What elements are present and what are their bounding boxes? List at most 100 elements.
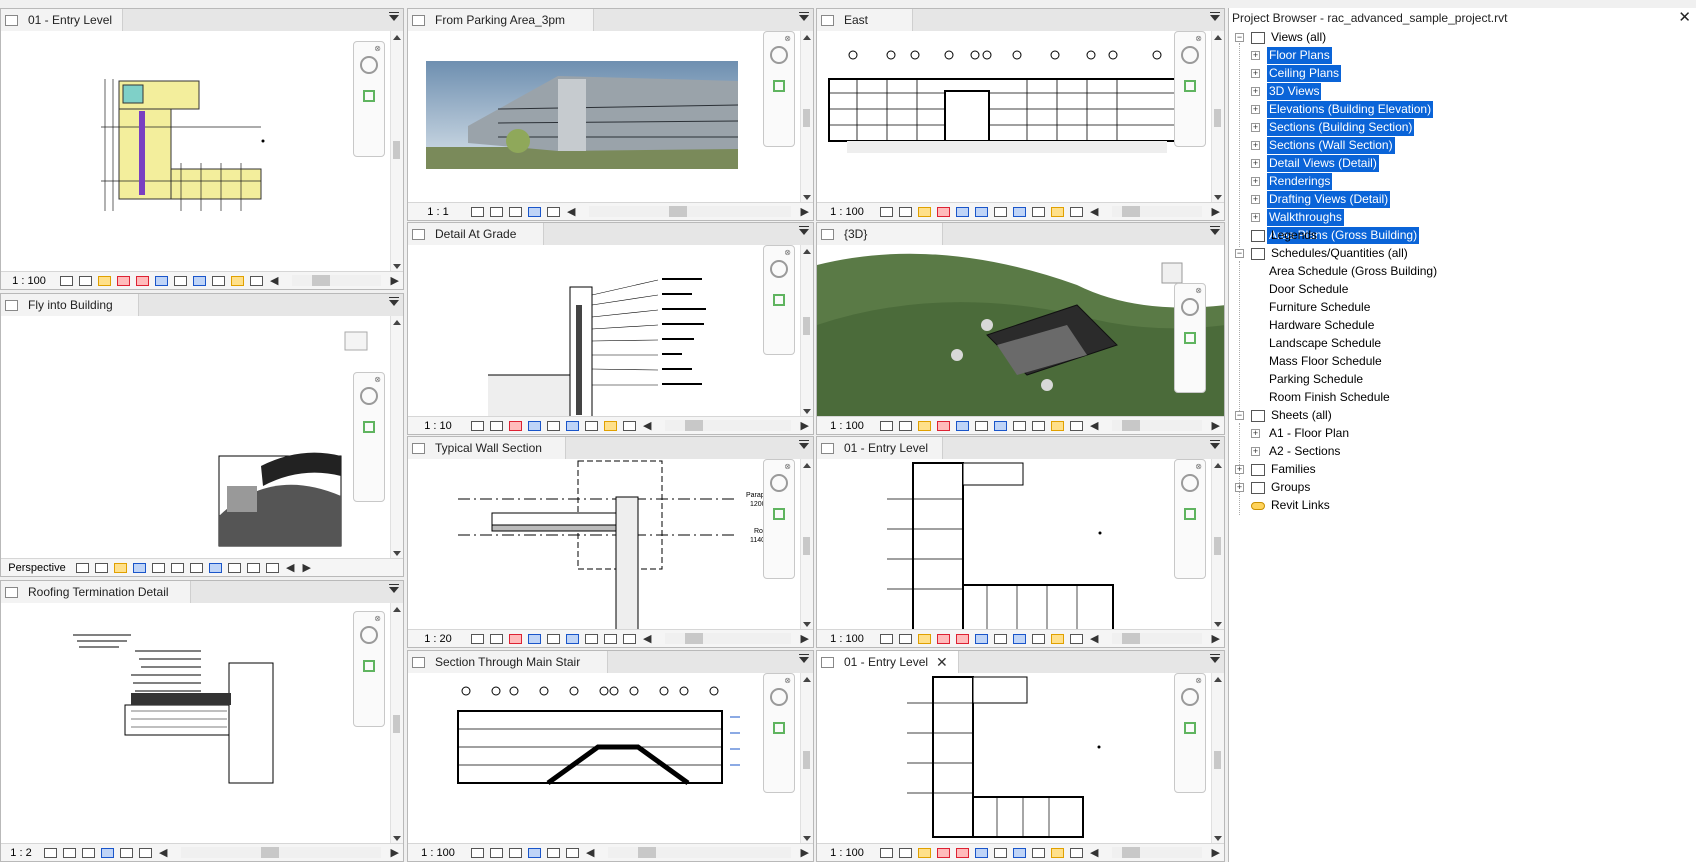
show-crop-icon[interactable]	[975, 206, 988, 217]
vertical-scrollbar[interactable]	[1211, 31, 1224, 204]
constraints-icon[interactable]	[139, 847, 152, 858]
navigation-bar[interactable]: ⊗	[1174, 673, 1206, 793]
tree-node-schedule[interactable]: Mass Floor Schedule	[1267, 353, 1384, 370]
steering-wheel-icon[interactable]	[1181, 474, 1199, 492]
visual-style-icon[interactable]	[490, 206, 503, 217]
sun-path-icon[interactable]	[918, 420, 931, 431]
detail-level-icon[interactable]	[880, 847, 893, 858]
analytical-model-icon[interactable]	[1051, 206, 1064, 217]
vertical-scrollbar[interactable]	[800, 459, 813, 631]
navigation-bar[interactable]: ⊗	[1174, 459, 1206, 579]
expand-icon[interactable]: +	[1251, 447, 1260, 456]
visual-style-icon[interactable]	[899, 420, 912, 431]
scroll-left-icon[interactable]: ◀	[643, 632, 651, 645]
close-icon[interactable]: ✕	[1678, 8, 1691, 28]
crop-view-icon[interactable]	[547, 847, 560, 858]
view-tab[interactable]: 01 - Entry Level	[817, 437, 943, 459]
tree-node-schedule[interactable]: Parking Schedule	[1267, 371, 1365, 388]
close-icon[interactable]: ⊗	[784, 34, 791, 43]
tree-node-schedule[interactable]: Furniture Schedule	[1267, 299, 1372, 316]
zoom-icon[interactable]	[773, 80, 785, 92]
crop-view-icon[interactable]	[136, 275, 149, 286]
view-roofing-termination-detail[interactable]: Roofing Termination Detail ⊗ 1 : 2 ◀ ▶	[0, 580, 404, 862]
view-tab[interactable]: 01 - Entry Level ✕	[817, 651, 959, 673]
view-scale[interactable]: 1 : 100	[408, 847, 468, 859]
analytical-model-icon[interactable]	[1051, 633, 1064, 644]
reveal-hidden-icon[interactable]	[566, 633, 579, 644]
horizontal-scrollbar[interactable]	[589, 206, 791, 217]
visual-style-icon[interactable]	[490, 420, 503, 431]
crop-view-icon[interactable]	[509, 633, 522, 644]
scroll-right-icon[interactable]: ▶	[1212, 419, 1220, 432]
constraints-icon[interactable]	[1070, 206, 1083, 217]
vertical-scrollbar[interactable]	[390, 603, 403, 845]
view-menu-icon[interactable]	[1210, 654, 1220, 663]
view-canvas[interactable]	[1, 31, 391, 273]
horizontal-scrollbar[interactable]	[665, 633, 791, 644]
scroll-left-icon[interactable]: ◀	[643, 419, 651, 432]
scroll-left-icon[interactable]: ◀	[1090, 205, 1098, 218]
detail-level-icon[interactable]	[76, 562, 89, 573]
view-menu-icon[interactable]	[1210, 440, 1220, 449]
worksharing-icon[interactable]	[585, 420, 598, 431]
visual-style-icon[interactable]	[899, 847, 912, 858]
expand-icon[interactable]: +	[1235, 483, 1244, 492]
constraints-icon[interactable]	[1070, 847, 1083, 858]
navigation-bar[interactable]: ⊗	[353, 41, 385, 157]
scroll-left-icon[interactable]: ◀	[159, 846, 167, 859]
view-fly-into-building[interactable]: Fly into Building ⊗ Perspective ◀ ▶	[0, 293, 404, 577]
tree-node-revit-links[interactable]: Revit Links	[1251, 497, 1332, 514]
view-canvas[interactable]	[1, 316, 391, 560]
steering-wheel-icon[interactable]	[360, 56, 378, 74]
shadows-icon[interactable]	[937, 206, 950, 217]
steering-wheel-icon[interactable]	[770, 688, 788, 706]
detail-level-icon[interactable]	[471, 420, 484, 431]
zoom-icon[interactable]	[1184, 508, 1196, 520]
view-scale[interactable]: 1 : 100	[1, 275, 57, 287]
reveal-hidden-icon[interactable]	[528, 206, 541, 217]
temporary-hide-icon[interactable]	[547, 420, 560, 431]
worksharing-icon[interactable]	[1032, 847, 1045, 858]
reveal-hidden-icon[interactable]	[209, 562, 222, 573]
show-crop-icon[interactable]	[155, 275, 168, 286]
view-canvas[interactable]	[817, 245, 1224, 418]
expand-icon[interactable]: +	[1251, 159, 1260, 168]
constraints-icon[interactable]	[1070, 633, 1083, 644]
navigation-bar[interactable]: ⊗	[1174, 283, 1206, 393]
temporary-hide-icon[interactable]	[994, 420, 1007, 431]
sun-path-icon[interactable]	[918, 633, 931, 644]
constraints-icon[interactable]	[1070, 420, 1083, 431]
reveal-hidden-icon[interactable]	[101, 847, 114, 858]
scroll-right-icon[interactable]: ▶	[801, 205, 809, 218]
view-canvas[interactable]	[817, 459, 1212, 631]
analytical-model-icon[interactable]	[1051, 420, 1064, 431]
view-3d[interactable]: {3D} ⊗ 1 : 100 ◀ ▶	[816, 222, 1225, 435]
reveal-hidden-icon[interactable]	[1013, 206, 1026, 217]
scroll-right-icon[interactable]: ▶	[391, 846, 399, 859]
view-tab[interactable]: Fly into Building	[1, 294, 139, 316]
vertical-scrollbar[interactable]	[1211, 673, 1224, 845]
tree-node-schedule[interactable]: Room Finish Schedule	[1267, 389, 1392, 406]
reveal-hidden-icon[interactable]	[566, 420, 579, 431]
scroll-left-icon[interactable]: ◀	[270, 274, 278, 287]
temporary-hide-icon[interactable]	[547, 633, 560, 644]
expand-icon[interactable]: +	[1251, 105, 1260, 114]
detail-level-icon[interactable]	[880, 206, 893, 217]
view-scale[interactable]: 1 : 100	[817, 633, 877, 645]
view-menu-icon[interactable]	[799, 440, 809, 449]
reveal-hidden-icon[interactable]	[193, 275, 206, 286]
temporary-hide-icon[interactable]	[82, 847, 95, 858]
close-icon[interactable]: ⊗	[1195, 286, 1202, 295]
visual-style-icon[interactable]	[899, 633, 912, 644]
view-menu-icon[interactable]	[799, 654, 809, 663]
detail-level-icon[interactable]	[60, 275, 73, 286]
collapse-icon[interactable]: −	[1235, 33, 1244, 42]
close-icon[interactable]: ⊗	[784, 248, 791, 257]
detail-level-icon[interactable]	[880, 633, 893, 644]
view-scale[interactable]: 1 : 100	[817, 420, 877, 432]
horizontal-scrollbar[interactable]	[181, 847, 381, 858]
sun-path-icon[interactable]	[918, 847, 931, 858]
close-icon[interactable]: ⊗	[1195, 462, 1202, 471]
view-menu-icon[interactable]	[1210, 226, 1220, 235]
worksharing-icon[interactable]	[228, 562, 241, 573]
